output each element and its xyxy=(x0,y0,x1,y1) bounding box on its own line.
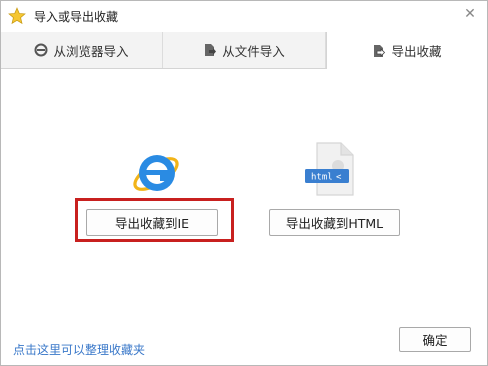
export-panel: html < 导出收藏到IE 导出收藏到HTML 点击这里可以整理收藏夹 确定 xyxy=(1,69,487,365)
tab-label: 从浏览器导入 xyxy=(53,43,129,59)
close-icon: ✕ xyxy=(464,6,476,22)
close-button[interactable]: ✕ xyxy=(463,7,477,21)
ie-logo-icon xyxy=(133,155,179,191)
import-export-dialog: 导入或导出收藏 ✕ 从浏览器导入 从文件导入 导出收藏 html < 导出收藏到… xyxy=(0,0,488,366)
tab-label: 从文件导入 xyxy=(222,43,285,59)
export-to-html-button[interactable]: 导出收藏到HTML xyxy=(269,209,400,236)
tab-import-from-browser[interactable]: 从浏览器导入 xyxy=(1,32,163,68)
file-import-icon xyxy=(205,44,217,56)
svg-text:<: < xyxy=(336,173,342,183)
window-title: 导入或导出收藏 xyxy=(34,10,119,24)
browser-e-icon xyxy=(34,43,48,57)
ok-button[interactable]: 确定 xyxy=(399,327,471,352)
export-to-ie-button[interactable]: 导出收藏到IE xyxy=(86,209,218,236)
star-icon xyxy=(8,7,26,25)
organize-favorites-link[interactable]: 点击这里可以整理收藏夹 xyxy=(13,341,145,358)
html-icon-label: html xyxy=(311,173,333,183)
tab-import-from-file[interactable]: 从文件导入 xyxy=(163,32,326,68)
tab-bar: 从浏览器导入 从文件导入 导出收藏 xyxy=(1,32,487,69)
html-file-icon: html < xyxy=(305,142,354,196)
title-bar: 导入或导出收藏 ✕ xyxy=(1,1,487,31)
tab-label: 导出收藏 xyxy=(391,44,442,59)
export-file-icon xyxy=(374,44,386,57)
tab-export-favorites[interactable]: 导出收藏 xyxy=(326,32,487,69)
